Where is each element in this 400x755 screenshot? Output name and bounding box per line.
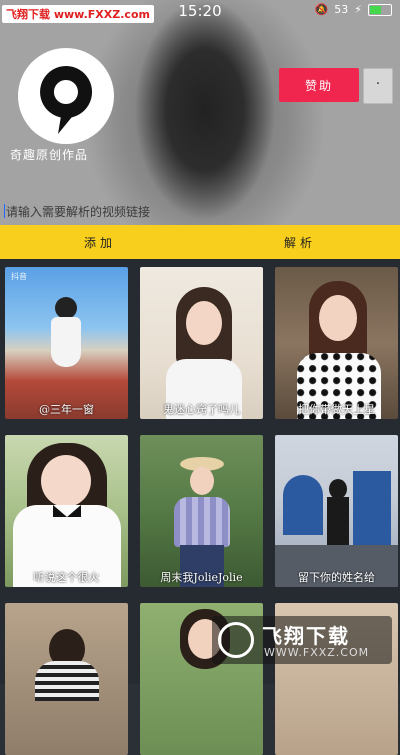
video-caption: 留下你的姓名给 [298,571,375,584]
video-thumbnail [5,267,128,419]
video-tile[interactable]: 鬼迷心窍了吗儿 [140,267,263,419]
watermark-top: 飞翔下载 www.FXXZ.com [2,5,154,23]
video-thumbnail [275,267,398,419]
video-caption: 听说这个很火 [33,571,100,584]
video-tile[interactable]: 把你带做天上星 [275,267,398,419]
battery-percent: 53 [334,3,349,16]
action-bar: 添加 解析 [0,225,400,259]
video-tile[interactable]: 抖音 @三年一窗 [5,267,128,419]
video-url-input[interactable] [4,201,388,223]
video-tile[interactable]: 留下你的姓名给 [275,435,398,587]
video-tile[interactable]: 周末我JolieJolie [140,435,263,587]
battery-icon [368,3,392,16]
video-caption: 把你带做天上星 [298,403,375,416]
mute-icon: 🔕 [314,3,329,16]
video-thumbnail [275,435,398,587]
bottom-watermark: 飞翔下载 WWW.FXXZ.COM [212,616,392,664]
battery-fill [370,5,381,14]
source-badge: 抖音 [11,272,27,281]
video-caption: 鬼迷心窍了吗儿 [163,403,240,416]
charging-icon: ⚡ [354,3,362,16]
video-caption: @三年一窗 [39,403,94,416]
app-logo [18,48,114,144]
watermark-url: WWW.FXXZ.COM [264,646,370,659]
watermark-title: 飞翔下载 [262,624,350,648]
add-button[interactable]: 添加 [0,225,200,259]
parse-button[interactable]: 解析 [200,225,400,259]
donate-button[interactable]: 赞助 [279,68,359,102]
video-thumbnail [140,435,263,587]
status-time: 15:20 [178,2,222,20]
video-thumbnail [140,267,263,419]
video-tile[interactable] [5,603,128,755]
status-icons: 🔕 53 ⚡ [315,3,392,16]
video-tile[interactable]: 听说这个很火 [5,435,128,587]
q-logo-icon [22,52,110,140]
video-caption: 周末我JolieJolie [160,571,243,584]
watermark-logo-icon [218,622,254,658]
video-thumbnail [5,603,128,755]
more-button[interactable]: · [363,68,393,104]
video-thumbnail [5,435,128,587]
status-bar: 飞翔下载 www.FXXZ.com 15:20 🔕 53 ⚡ [0,0,400,23]
logo-caption: 奇趣原创作品 [10,148,89,162]
